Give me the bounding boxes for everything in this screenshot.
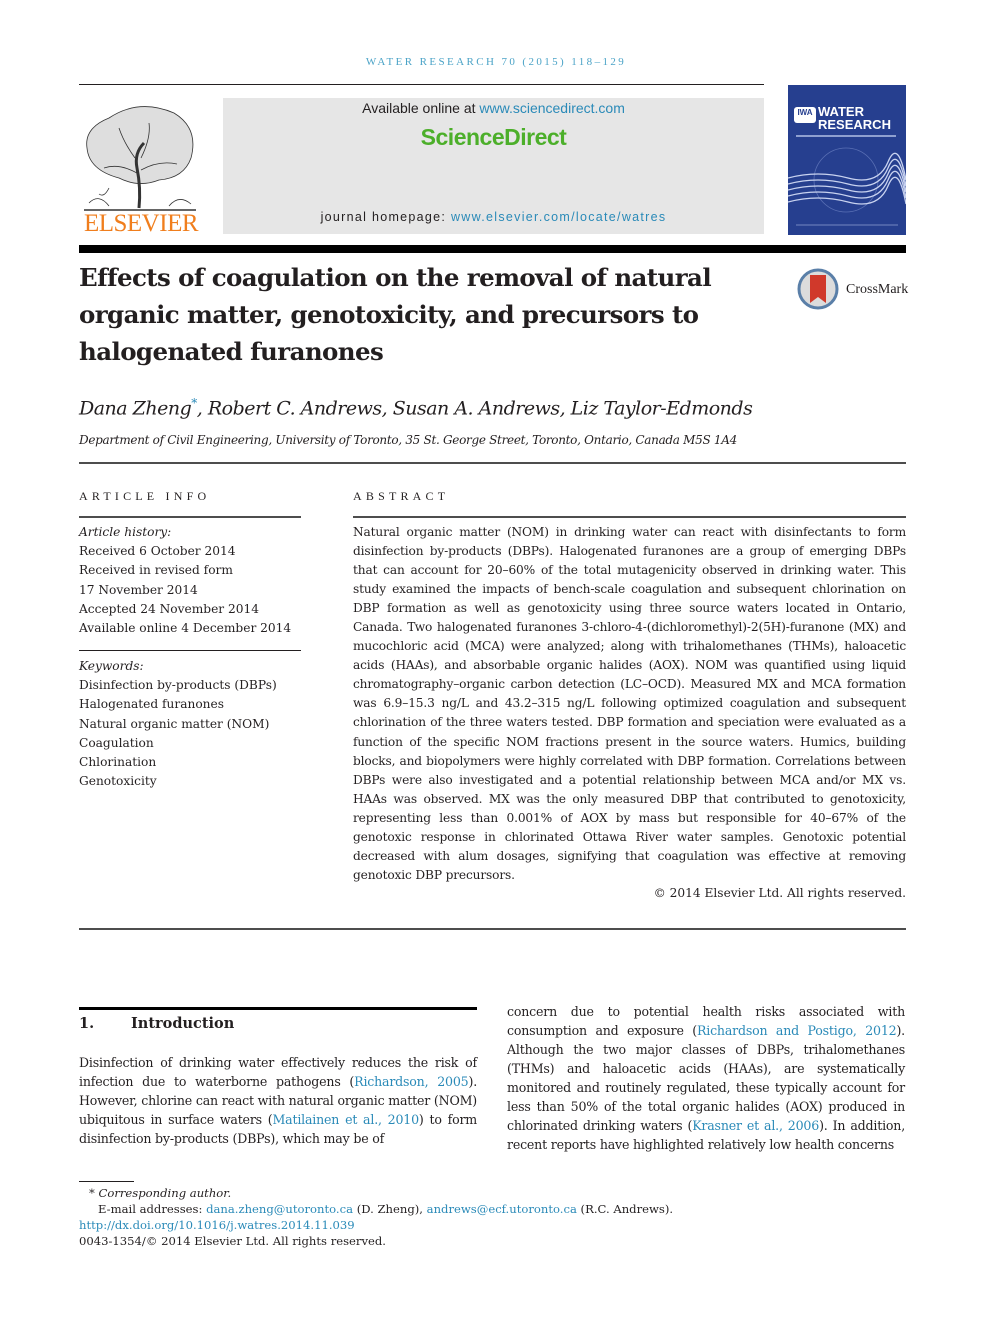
journal-homepage: journal homepage: www.elsevier.com/locat… [223, 210, 764, 224]
article-title: Effects of coagulation on the removal of… [79, 263, 712, 366]
iwa-badge: IWA [794, 107, 816, 123]
history-item: Available online 4 December 2014 [79, 621, 292, 636]
keywords: Keywords: Disinfection by-products (DBPs… [79, 657, 277, 791]
email-addresses: E-mail addresses: dana.zheng@utoronto.ca… [79, 1201, 673, 1217]
email-owner: (R.C. Andrews). [576, 1202, 674, 1216]
front-matter-end-rule [79, 928, 906, 930]
introduction-left-column: Disinfection of drinking water effective… [79, 1053, 477, 1148]
email-link[interactable]: dana.zheng@utoronto.ca [206, 1202, 353, 1216]
abstract-rule [353, 516, 906, 518]
keyword-item: Genotoxicity [79, 774, 157, 789]
keyword-item: Chlorination [79, 755, 157, 770]
cover-title-line2: RESEARCH [818, 117, 891, 132]
cover-title: WATER RESEARCH [818, 105, 891, 131]
affiliation: Department of Civil Engineering, Univers… [79, 433, 737, 447]
journal-homepage-link[interactable]: www.elsevier.com/locate/watres [451, 210, 666, 224]
abstract-text: Natural organic matter (NOM) in drinking… [353, 525, 906, 882]
crossmark-label[interactable]: CrossMark [846, 282, 908, 298]
citation-link[interactable]: Krasner et al., 2006 [692, 1118, 819, 1133]
email-link[interactable]: andrews@ecf.utoronto.ca [427, 1202, 577, 1216]
keyword-item: Halogenated furanones [79, 697, 225, 712]
introduction-rule [79, 1007, 477, 1010]
history-item: Received 6 October 2014 [79, 544, 236, 559]
corresponding-author-note: * Corresponding author. [79, 1185, 673, 1201]
author-names-rest: , Robert C. Andrews, Susan A. Andrews, L… [196, 397, 753, 420]
abstract-copyright: © 2014 Elsevier Ltd. All rights reserved… [653, 886, 906, 900]
sciencedirect-logo: ScienceDirect [420, 124, 567, 150]
available-online-label: Available online at [362, 100, 480, 116]
email-label: E-mail addresses: [98, 1202, 207, 1216]
issn-copyright: 0043-1354/© 2014 Elsevier Ltd. All right… [79, 1234, 386, 1248]
body-text: ). Although the two major classes of DBP… [507, 1023, 905, 1134]
footnote-mark: * [89, 1186, 95, 1200]
history-item: 17 November 2014 [79, 582, 198, 597]
corresponding-author-label: Corresponding author. [98, 1186, 232, 1200]
abstract-heading: ABSTRACT [353, 489, 450, 503]
footnotes: * Corresponding author. E-mail addresses… [79, 1185, 673, 1249]
journal-homepage-label: journal homepage: [320, 210, 451, 224]
keyword-item: Coagulation [79, 735, 154, 750]
running-head: WATER RESEARCH 70 (2015) 118–129 [365, 56, 627, 68]
sciencedirect-link[interactable]: www.sciencedirect.com [479, 100, 625, 116]
available-online: Available online at www.sciencedirect.co… [223, 100, 764, 116]
article-history: Article history: Received 6 October 2014… [79, 523, 291, 638]
article-history-label: Article history: [79, 525, 172, 539]
cover-wave-graphic [788, 147, 906, 226]
citation-link[interactable]: Richardson, 2005 [354, 1074, 469, 1089]
section-title: Introduction [131, 1015, 235, 1032]
introduction-right-column: concern due to potential health risks as… [507, 1002, 905, 1154]
section-number: 1. [79, 1015, 95, 1032]
masthead-rule [79, 245, 906, 253]
article-info-heading: ARTICLE INFO [79, 489, 211, 503]
email-owner: (D. Zheng), [353, 1202, 427, 1216]
elsevier-wordmark: ELSEVIER [83, 210, 199, 237]
citation-link[interactable]: Richardson and Postigo, 2012 [697, 1023, 897, 1038]
author-name: Dana Zheng [79, 397, 192, 420]
article-info-rule [79, 516, 301, 518]
affiliation-rule [79, 462, 906, 464]
journal-cover-icon: IWA WATER RESEARCH [788, 85, 906, 235]
keyword-item: Natural organic matter (NOM) [79, 716, 270, 731]
keywords-label: Keywords: [79, 659, 144, 673]
author-list: Dana Zheng*, Robert C. Andrews, Susan A.… [79, 396, 753, 420]
citation-link[interactable]: Matilainen et al., 2010 [272, 1112, 419, 1127]
history-item: Received in revised form [79, 563, 233, 578]
history-item: Accepted 24 November 2014 [79, 601, 260, 616]
cover-subtitle-bar [796, 135, 896, 137]
keywords-rule [79, 650, 301, 651]
introduction-heading: 1. Introduction [79, 1015, 234, 1032]
header-rule [79, 84, 764, 85]
sciencedirect-banner: Available online at www.sciencedirect.co… [223, 98, 764, 234]
doi-link[interactable]: http://dx.doi.org/10.1016/j.watres.2014.… [79, 1218, 355, 1232]
keyword-item: Disinfection by-products (DBPs) [79, 678, 277, 693]
footnote-rule [79, 1181, 134, 1182]
